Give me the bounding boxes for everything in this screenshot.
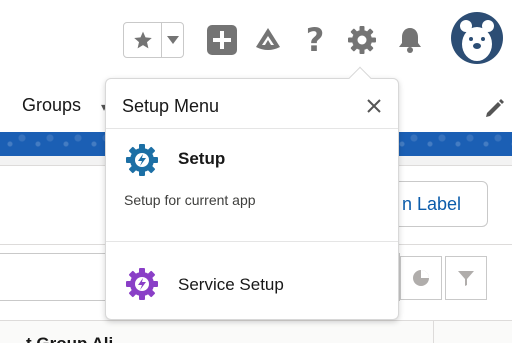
setup-menu-item-service-setup[interactable]: Service Setup [178,275,284,295]
close-icon [367,99,381,113]
add-icon [207,25,237,55]
favorites-star-button[interactable] [124,23,162,57]
column-divider[interactable] [433,320,434,343]
setup-menu-item-setup-description: Setup for current app [124,192,256,208]
setup-menu-title: Setup Menu [122,96,220,116]
filter-icon [458,271,474,286]
help-icon: ? [305,21,325,59]
trailhead-button[interactable] [252,24,284,56]
chart-button[interactable] [400,256,442,300]
favorites-button-group [123,22,184,58]
setup-menu-item-setup[interactable]: Setup [178,149,225,169]
notifications-button[interactable] [394,24,426,56]
caret-down-icon [166,36,179,44]
nav-tab-groups[interactable]: Groups [22,95,81,116]
gear-icon [348,26,376,54]
setup-menu-close-button[interactable] [364,96,384,116]
edit-nav-pencil-icon[interactable] [484,97,506,119]
column-header-group-alias[interactable]: t Group Ali [26,334,113,343]
help-button[interactable]: ? [299,21,331,59]
trailhead-icon [256,28,280,50]
filter-button[interactable] [445,256,487,300]
popover-separator [106,241,398,242]
user-avatar[interactable] [451,12,503,64]
service-setup-gear-icon [126,268,158,300]
global-actions-button[interactable] [206,24,238,56]
bell-icon [399,28,421,53]
popover-separator [106,128,398,129]
favorites-dropdown-button[interactable] [162,23,183,57]
bear-avatar-icon [460,20,494,61]
setup-gear-button[interactable] [346,24,378,56]
setup-gear-icon [126,144,158,176]
pie-chart-icon [413,270,429,286]
new-label-button-text: n Label [401,193,461,214]
star-icon [133,31,152,49]
